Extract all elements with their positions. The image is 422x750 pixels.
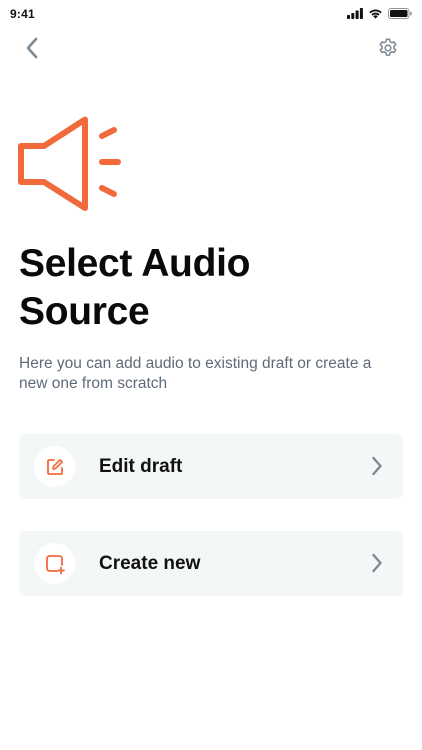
create-new-label: Create new	[99, 553, 201, 574]
edit-draft-label: Edit draft	[99, 456, 183, 477]
chevron-left-icon	[26, 37, 38, 59]
add-square-icon	[45, 554, 65, 574]
status-time: 9:41	[10, 7, 35, 21]
create-new-icon-container	[34, 543, 75, 584]
create-new-chevron	[369, 552, 385, 574]
speaker-icon	[18, 116, 121, 211]
chevron-right-icon	[372, 553, 382, 573]
status-bar: 9:41	[0, 0, 422, 28]
chevron-right-icon	[372, 456, 382, 476]
page-title: Select Audio Source	[19, 242, 251, 333]
edit-icon	[46, 458, 63, 475]
page-subtitle: Here you can add audio to existing draft…	[19, 355, 372, 392]
edit-draft-button[interactable]: Edit draft	[19, 434, 403, 499]
cellular-signal-icon	[347, 8, 363, 19]
settings-button[interactable]	[374, 34, 402, 62]
edit-draft-chevron	[369, 455, 385, 477]
hero-speaker-graphic	[18, 116, 124, 212]
gear-icon	[379, 38, 397, 56]
create-new-button[interactable]: Create new	[19, 531, 403, 596]
battery-icon	[388, 8, 412, 19]
nav-bar	[0, 30, 422, 70]
edit-draft-icon-container	[34, 446, 75, 487]
back-button[interactable]	[18, 34, 46, 62]
status-icons	[347, 8, 412, 19]
wifi-icon	[369, 9, 382, 19]
